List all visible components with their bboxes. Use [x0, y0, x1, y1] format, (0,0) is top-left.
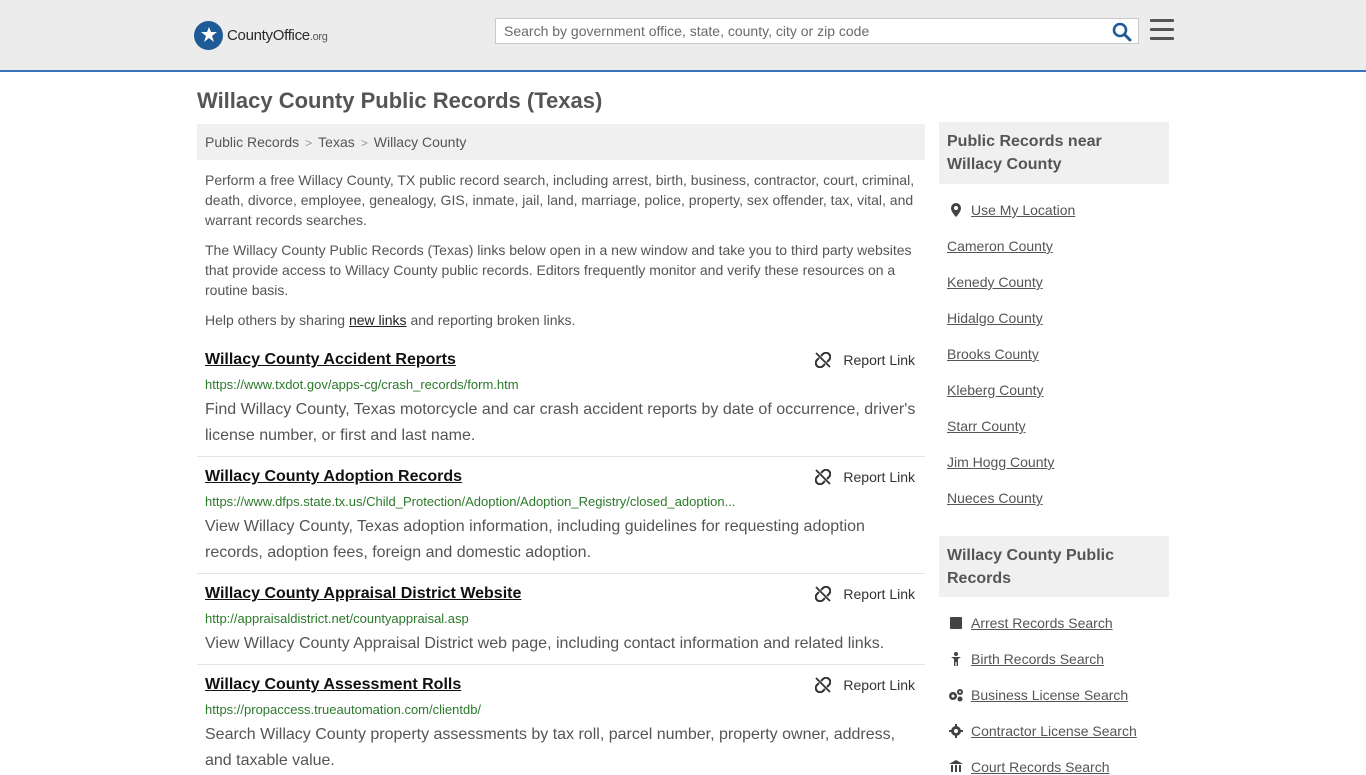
report-link-button[interactable]: Report Link: [815, 352, 915, 368]
child-icon: [951, 652, 961, 666]
share-paragraph: Help others by sharing new links and rep…: [205, 312, 576, 328]
nearby-county-link[interactable]: Jim Hogg County: [947, 454, 1054, 470]
birth-records-link[interactable]: Birth Records Search: [971, 651, 1104, 667]
result-title-link[interactable]: Willacy County Assessment Rolls: [205, 676, 461, 694]
nearby-county-link[interactable]: Kenedy County: [947, 274, 1043, 290]
page-title: Willacy County Public Records (Texas): [197, 88, 603, 113]
breadcrumb-willacy-county: Willacy County: [373, 134, 467, 150]
divider: [197, 573, 925, 574]
arrest-records-link[interactable]: Arrest Records Search: [971, 615, 1113, 631]
location-pin-icon: [951, 203, 961, 217]
nearby-county-link[interactable]: Brooks County: [947, 346, 1039, 362]
gears-icon: [949, 689, 963, 702]
search-input[interactable]: [496, 19, 1112, 43]
result-title-link[interactable]: Willacy County Adoption Records: [205, 468, 462, 486]
result-url[interactable]: http://appraisaldistrict.net/countyappra…: [205, 611, 469, 626]
sidebar-heading-records: Willacy County Public Records: [939, 536, 1169, 597]
site-logo[interactable]: CountyOffice.org: [194, 20, 328, 50]
breadcrumb-public-records[interactable]: Public Records: [205, 134, 299, 150]
breadcrumb-texas[interactable]: Texas: [318, 134, 355, 150]
result-description: Search Willacy County property assessmen…: [205, 726, 896, 769]
result-item: Willacy County Accident Reports Report L…: [197, 351, 925, 447]
hamburger-menu-icon[interactable]: [1150, 19, 1174, 41]
gear-icon: [949, 724, 963, 738]
divider: [197, 456, 925, 457]
sidebar-heading-nearby: Public Records near Willacy County: [939, 122, 1169, 184]
intro-paragraph: Perform a free Willacy County, TX public…: [205, 172, 915, 228]
breadcrumb-separator: >: [360, 136, 368, 150]
breadcrumb-separator: >: [305, 136, 313, 150]
result-description: Find Willacy County, Texas motorcycle an…: [205, 401, 916, 444]
nearby-county-link[interactable]: Starr County: [947, 418, 1026, 434]
courthouse-icon: [949, 760, 963, 772]
business-license-link[interactable]: Business License Search: [971, 687, 1128, 703]
nearby-county-link[interactable]: Hidalgo County: [947, 310, 1043, 326]
result-description: View Willacy County, Texas adoption info…: [205, 518, 865, 561]
report-link-button[interactable]: Report Link: [815, 677, 915, 693]
result-url[interactable]: https://propaccess.trueautomation.com/cl…: [205, 702, 481, 717]
report-link-button[interactable]: Report Link: [815, 586, 915, 602]
contractor-license-link[interactable]: Contractor License Search: [971, 723, 1137, 739]
result-title-link[interactable]: Willacy County Appraisal District Websit…: [205, 585, 521, 603]
use-my-location-link[interactable]: Use My Location: [971, 202, 1075, 218]
search-box: [495, 18, 1139, 44]
broken-link-icon: [815, 586, 832, 602]
result-title-link[interactable]: Willacy County Accident Reports: [205, 351, 456, 369]
logo-text: CountyOffice.org: [227, 26, 328, 44]
broken-link-icon: [815, 677, 832, 693]
result-url[interactable]: https://www.dfps.state.tx.us/Child_Prote…: [205, 494, 735, 509]
nearby-county-link[interactable]: Nueces County: [947, 490, 1043, 506]
result-item: Willacy County Appraisal District Websit…: [197, 585, 925, 657]
search-icon[interactable]: [1112, 22, 1132, 42]
result-item: Willacy County Adoption Records Report L…: [197, 468, 925, 564]
divider: [197, 664, 925, 665]
result-description: View Willacy County Appraisal District w…: [205, 635, 885, 652]
new-links-link[interactable]: new links: [349, 312, 407, 328]
broken-link-icon: [815, 352, 832, 368]
logo-seal-icon: [194, 20, 223, 50]
broken-link-icon: [815, 469, 832, 485]
result-item: Willacy County Assessment Rolls Report L…: [197, 676, 925, 769]
court-records-link[interactable]: Court Records Search: [971, 759, 1110, 775]
site-header: CountyOffice.org: [0, 0, 1366, 72]
report-link-button[interactable]: Report Link: [815, 469, 915, 485]
disclaimer-paragraph: The Willacy County Public Records (Texas…: [205, 242, 912, 298]
breadcrumb: Public Records > Texas > Willacy County: [197, 124, 925, 160]
nearby-county-link[interactable]: Cameron County: [947, 238, 1053, 254]
square-icon: [950, 617, 962, 629]
nearby-county-link[interactable]: Kleberg County: [947, 382, 1044, 398]
result-url[interactable]: https://www.txdot.gov/apps-cg/crash_reco…: [205, 377, 519, 392]
